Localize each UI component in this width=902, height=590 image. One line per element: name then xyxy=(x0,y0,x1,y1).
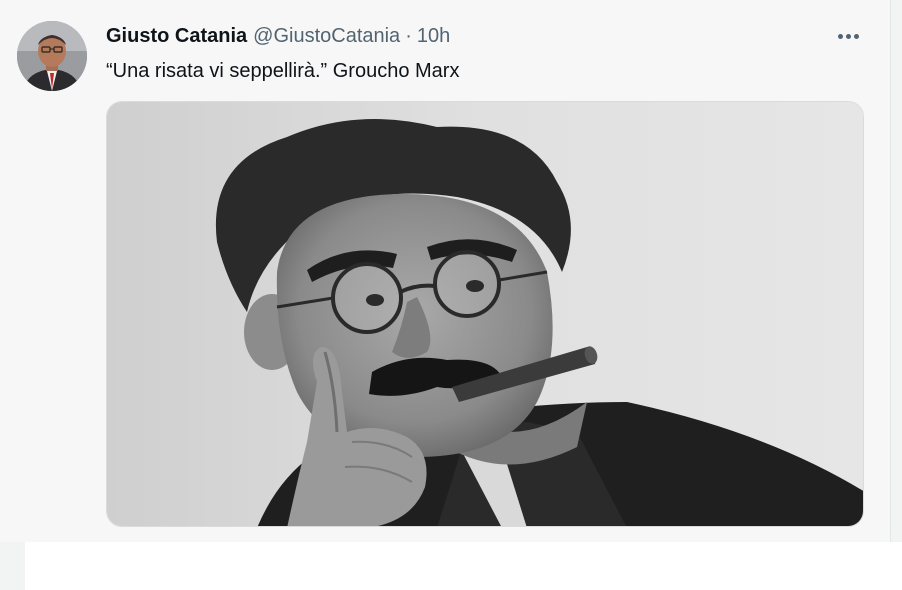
more-horizontal-icon[interactable] xyxy=(836,24,866,48)
tweet-header: Giusto Catania @GiustoCatania · 10h xyxy=(106,24,450,48)
tweet-timestamp[interactable]: 10h xyxy=(417,25,450,47)
separator-dot: · xyxy=(405,25,412,47)
tweet-text: “Una risata vi seppellirà.” Groucho Marx xyxy=(106,60,460,82)
page: Giusto Catania @GiustoCatania · 10h “Una ri… xyxy=(0,0,902,590)
user-handle[interactable]: @GiustoCatania xyxy=(253,25,400,47)
page-background-strip xyxy=(25,542,902,590)
tweet-photo[interactable] xyxy=(106,101,864,527)
tweet-card[interactable]: Giusto Catania @GiustoCatania · 10h “Una ri… xyxy=(0,0,891,542)
display-name[interactable]: Giusto Catania xyxy=(106,25,247,47)
avatar[interactable] xyxy=(17,21,87,91)
